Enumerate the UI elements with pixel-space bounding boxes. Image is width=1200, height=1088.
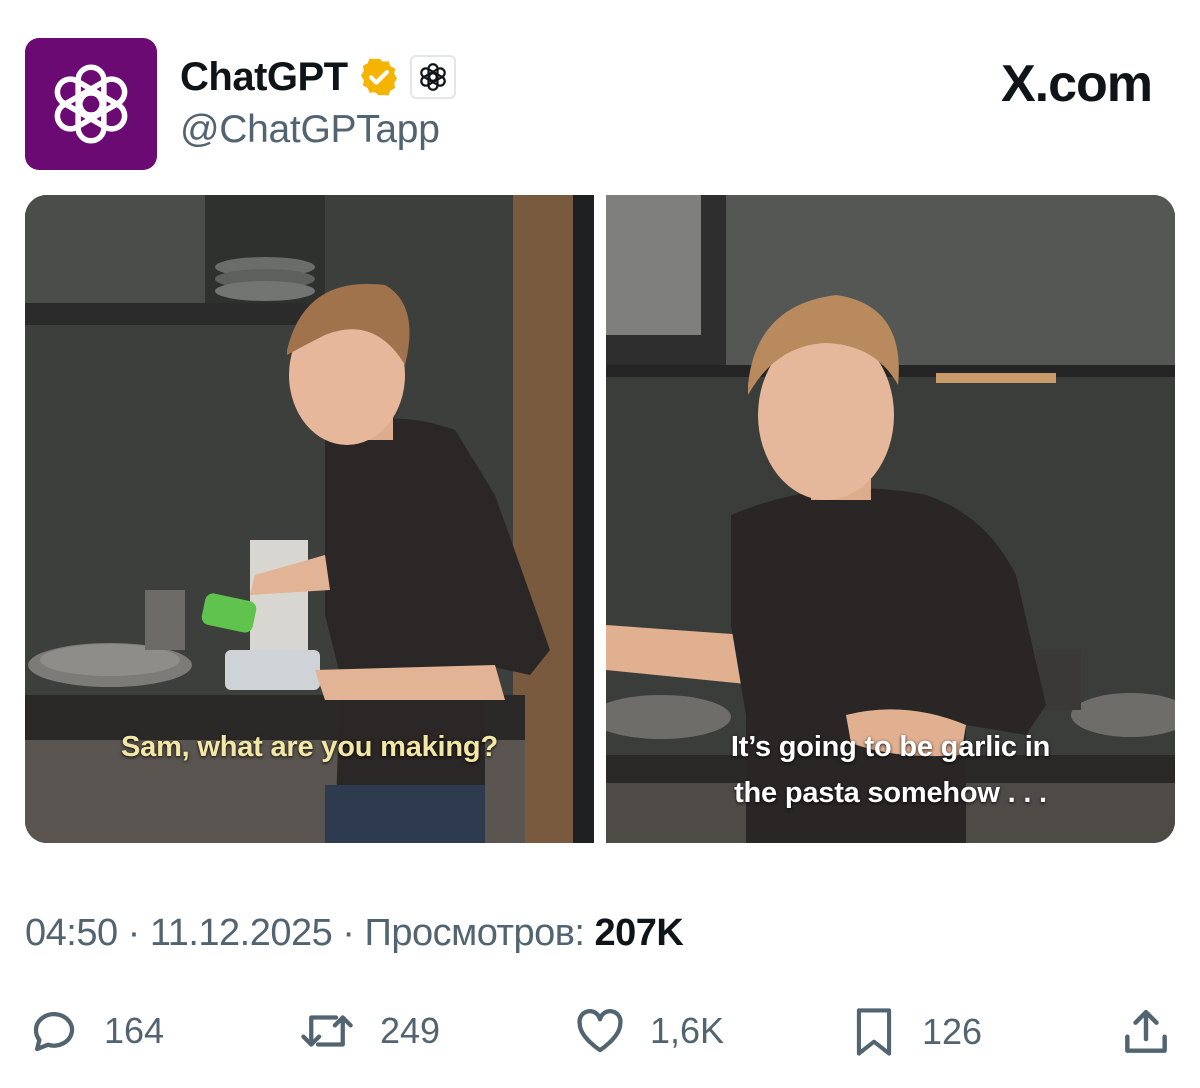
meta-separator: · — [332, 912, 365, 954]
reply-count: 164 — [104, 1010, 165, 1051]
post-time[interactable]: 04:50 — [25, 912, 118, 954]
views-count: 207K — [594, 912, 684, 954]
repost-icon — [301, 1015, 353, 1047]
like-count: 1,6K — [650, 1010, 725, 1051]
meta-separator: · — [117, 912, 150, 954]
bookmark-button[interactable]: 126 — [848, 1004, 982, 1060]
author-handle[interactable]: @ChatGPTapp — [180, 108, 440, 152]
site-label: X.com — [1000, 55, 1153, 113]
author-name-row: ChatGPT — [180, 52, 456, 102]
post-date[interactable]: 11.12.2025 — [150, 912, 333, 954]
repost-button[interactable]: 249 — [296, 1004, 440, 1058]
display-name[interactable]: ChatGPT — [180, 55, 348, 100]
repost-count: 249 — [380, 1010, 441, 1051]
share-icon — [1125, 1009, 1167, 1053]
post-meta: 04:50 · 11.12.2025 · Просмотров: 207K — [25, 912, 684, 955]
video-frame-left[interactable]: Sam, what are you making? — [25, 195, 594, 843]
video-caption-right-line2: the pasta somehow . . . — [734, 777, 1047, 809]
verified-badge-icon[interactable] — [356, 54, 402, 100]
openai-affiliate-icon[interactable] — [409, 55, 456, 99]
video-frame-right[interactable]: It’s going to be garlic in the pasta som… — [606, 195, 1175, 843]
reply-button[interactable]: 164 — [26, 1004, 164, 1058]
avatar[interactable] — [25, 38, 157, 170]
media-grid[interactable]: Sam, what are you making? It’s going to … — [25, 195, 1175, 843]
video-caption-left: Sam, what are you making? — [121, 731, 498, 763]
site-watermark: X.com — [1000, 54, 1153, 114]
views-label: Просмотров: — [364, 912, 585, 954]
heart-icon — [577, 1009, 623, 1053]
reply-icon — [33, 1012, 75, 1052]
share-button[interactable] — [1118, 1004, 1174, 1060]
action-bar: 164 249 1,6K 126 — [0, 1004, 1200, 1064]
bookmark-count: 126 — [922, 1011, 983, 1052]
bookmark-icon — [856, 1008, 892, 1056]
video-caption-right-line1: It’s going to be garlic in — [730, 731, 1051, 763]
like-button[interactable]: 1,6K — [572, 1004, 724, 1058]
openai-logo-icon — [54, 64, 128, 144]
